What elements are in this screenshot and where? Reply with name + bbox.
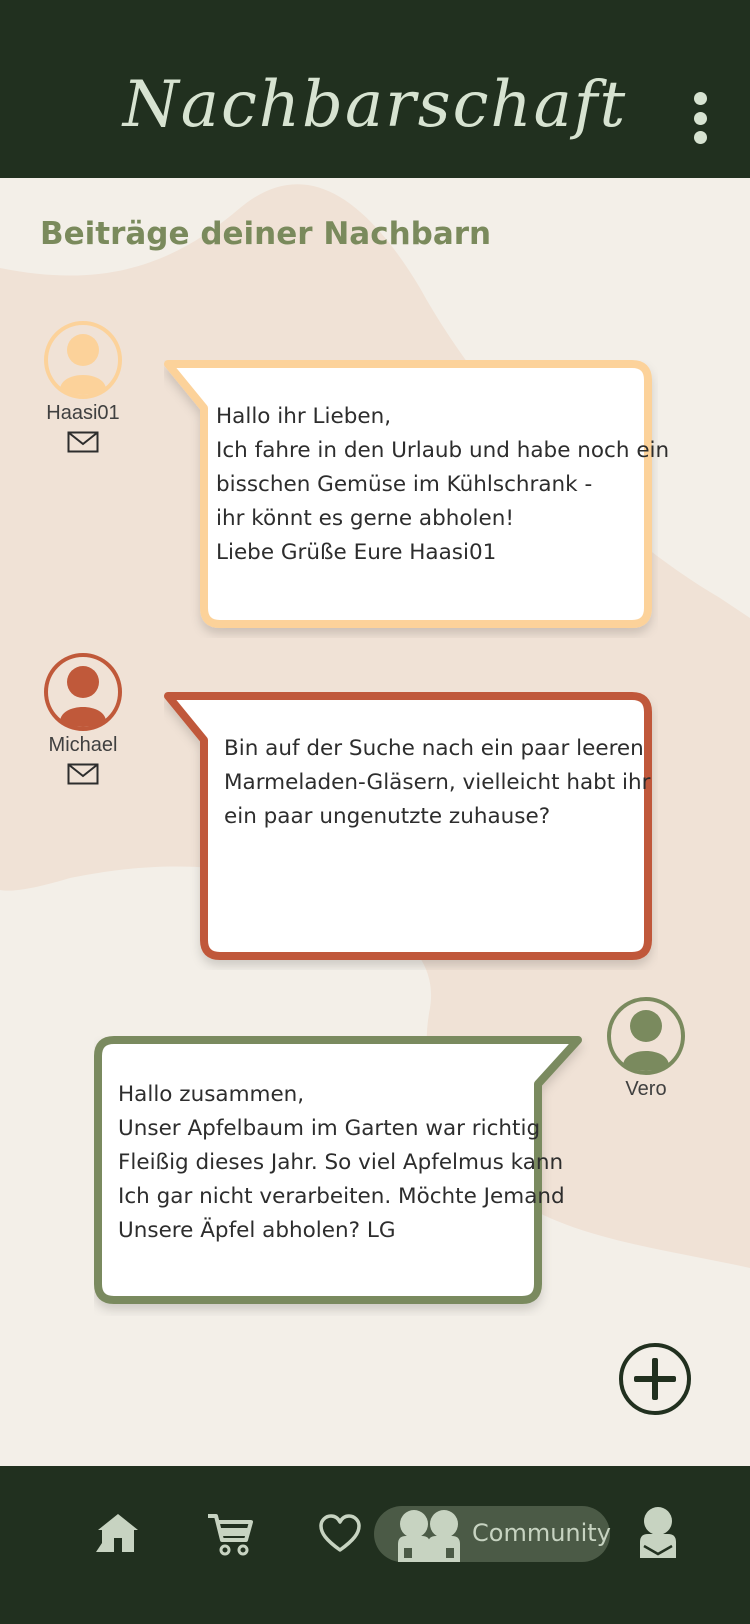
nav-item-community[interactable]: Community <box>374 1506 611 1562</box>
profile-icon[interactable] <box>638 1506 678 1558</box>
user-avatar-icon[interactable] <box>43 652 123 732</box>
nav-label-community: Community <box>472 1519 611 1547</box>
menu-dot <box>693 111 707 125</box>
heart-icon[interactable] <box>318 1514 362 1554</box>
header-bar: Nachbarschaft <box>0 0 750 178</box>
community-icon <box>398 1510 460 1562</box>
menu-dot <box>693 92 707 105</box>
app-title: Nachbarschaft <box>122 68 628 142</box>
cart-icon[interactable] <box>206 1512 254 1556</box>
more-vertical-icon[interactable] <box>692 92 708 144</box>
post-author-vero: Vero <box>591 996 701 1101</box>
post-text: Hallo zusammen, Unser Apfelbaum im Garte… <box>118 1082 565 1243</box>
author-name: Vero <box>625 1078 667 1100</box>
app-screen: Nachbarschaft Beiträge deiner Nachbarn H… <box>0 0 750 1624</box>
post-author-haasi01: Haasi01 <box>28 320 138 453</box>
mail-icon[interactable] <box>67 431 99 453</box>
mail-icon[interactable] <box>67 763 99 785</box>
user-avatar-icon[interactable] <box>606 996 686 1076</box>
user-avatar-icon[interactable] <box>43 320 123 400</box>
section-title: Beiträge deiner Nachbarn <box>40 216 492 252</box>
menu-dot <box>693 131 707 144</box>
feed-area[interactable]: Beiträge deiner Nachbarn Haasi01 Hallo i <box>0 178 750 1466</box>
add-post-button[interactable] <box>618 1342 692 1416</box>
plus-circle-icon <box>619 1343 691 1415</box>
author-name: Michael <box>48 734 118 756</box>
post-author-michael: Michael <box>28 652 138 785</box>
post-text: Bin auf der Suche nach ein paar leeren M… <box>224 736 651 829</box>
post-text: Hallo ihr Lieben, Ich fahre in den Urlau… <box>216 404 670 565</box>
home-icon[interactable] <box>94 1512 142 1554</box>
author-name: Haasi01 <box>46 402 120 424</box>
bottom-navigation: Community <box>0 1466 750 1624</box>
